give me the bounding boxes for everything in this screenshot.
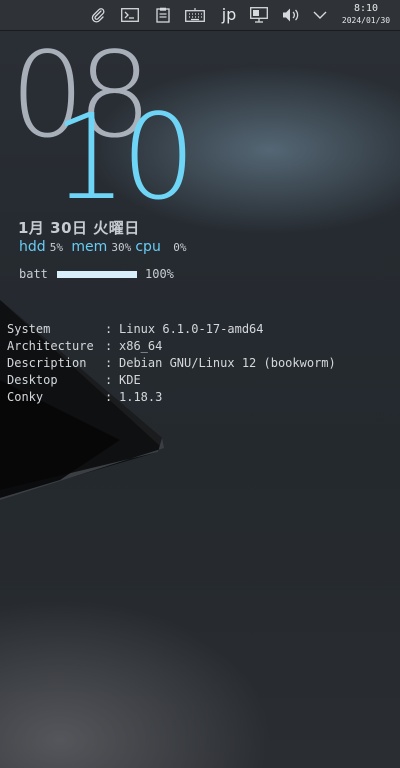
battery-bar — [57, 270, 137, 278]
conky-stats: hdd 5% mem 30% cpu 0% — [19, 239, 186, 255]
system-info-value: Debian GNU/Linux 12 (bookworm) — [119, 356, 336, 370]
terminal-icon[interactable] — [120, 6, 140, 24]
expand-chevron-icon[interactable] — [310, 6, 330, 24]
hdd-label: hdd — [19, 239, 46, 255]
cpu-label: cpu — [135, 239, 161, 255]
system-info-separator: : — [105, 356, 113, 370]
mem-value: 30% — [111, 241, 132, 254]
system-info-separator: : — [105, 322, 113, 336]
system-info-row: Conky:1.18.3 — [7, 389, 336, 406]
mem-label: mem — [71, 239, 108, 255]
input-language-indicator[interactable]: jp — [218, 4, 240, 26]
conky-clock-minute: 10 — [52, 88, 196, 226]
hdd-value: 5% — [49, 241, 64, 254]
system-info-separator: : — [105, 373, 113, 387]
conky-battery: batt 100% — [19, 266, 174, 282]
system-info-value: 1.18.3 — [119, 390, 163, 404]
system-info-row: Desktop: KDE — [7, 372, 336, 389]
clipboard-icon[interactable] — [153, 6, 173, 24]
system-info-separator: : — [105, 339, 113, 353]
system-info-value: x86_64 — [119, 339, 163, 353]
system-info-key: Architecture — [7, 339, 94, 353]
system-info-separator: : — [105, 390, 113, 404]
system-info-key: Conky — [7, 390, 44, 404]
system-info-key: System — [7, 322, 51, 336]
system-info-row: Architecture: x86_64 — [7, 338, 336, 355]
network-icon[interactable] — [249, 6, 269, 24]
battery-label: batt — [19, 267, 48, 281]
system-info-value: KDE — [119, 373, 141, 387]
system-info-value: Linux 6.1.0-17-amd64 — [119, 322, 264, 336]
cpu-value: 0% — [173, 241, 187, 254]
conky-date: 1月 30日 火曜日 — [18, 219, 140, 237]
system-info-row: Description: Debian GNU/Linux 12 (bookwor… — [7, 355, 336, 372]
system-info-key: Desktop — [7, 373, 58, 387]
conky-system-info: System: Linux 6.1.0-17-amd64 Architecture:… — [7, 321, 336, 406]
volume-icon[interactable] — [281, 6, 301, 24]
battery-bar-fill — [57, 270, 137, 278]
paperclip-icon[interactable] — [88, 6, 108, 24]
battery-value: 100% — [145, 267, 174, 281]
tray-clock-time: 8:10 — [353, 3, 379, 14]
keyboard-icon[interactable] — [185, 6, 205, 24]
tray-clock[interactable]: 8:10 2024/01/30 — [338, 3, 394, 29]
system-info-row: System: Linux 6.1.0-17-amd64 — [7, 321, 336, 338]
system-info-key: Description — [7, 356, 87, 370]
tray-clock-date: 2024/01/30 — [341, 16, 391, 25]
